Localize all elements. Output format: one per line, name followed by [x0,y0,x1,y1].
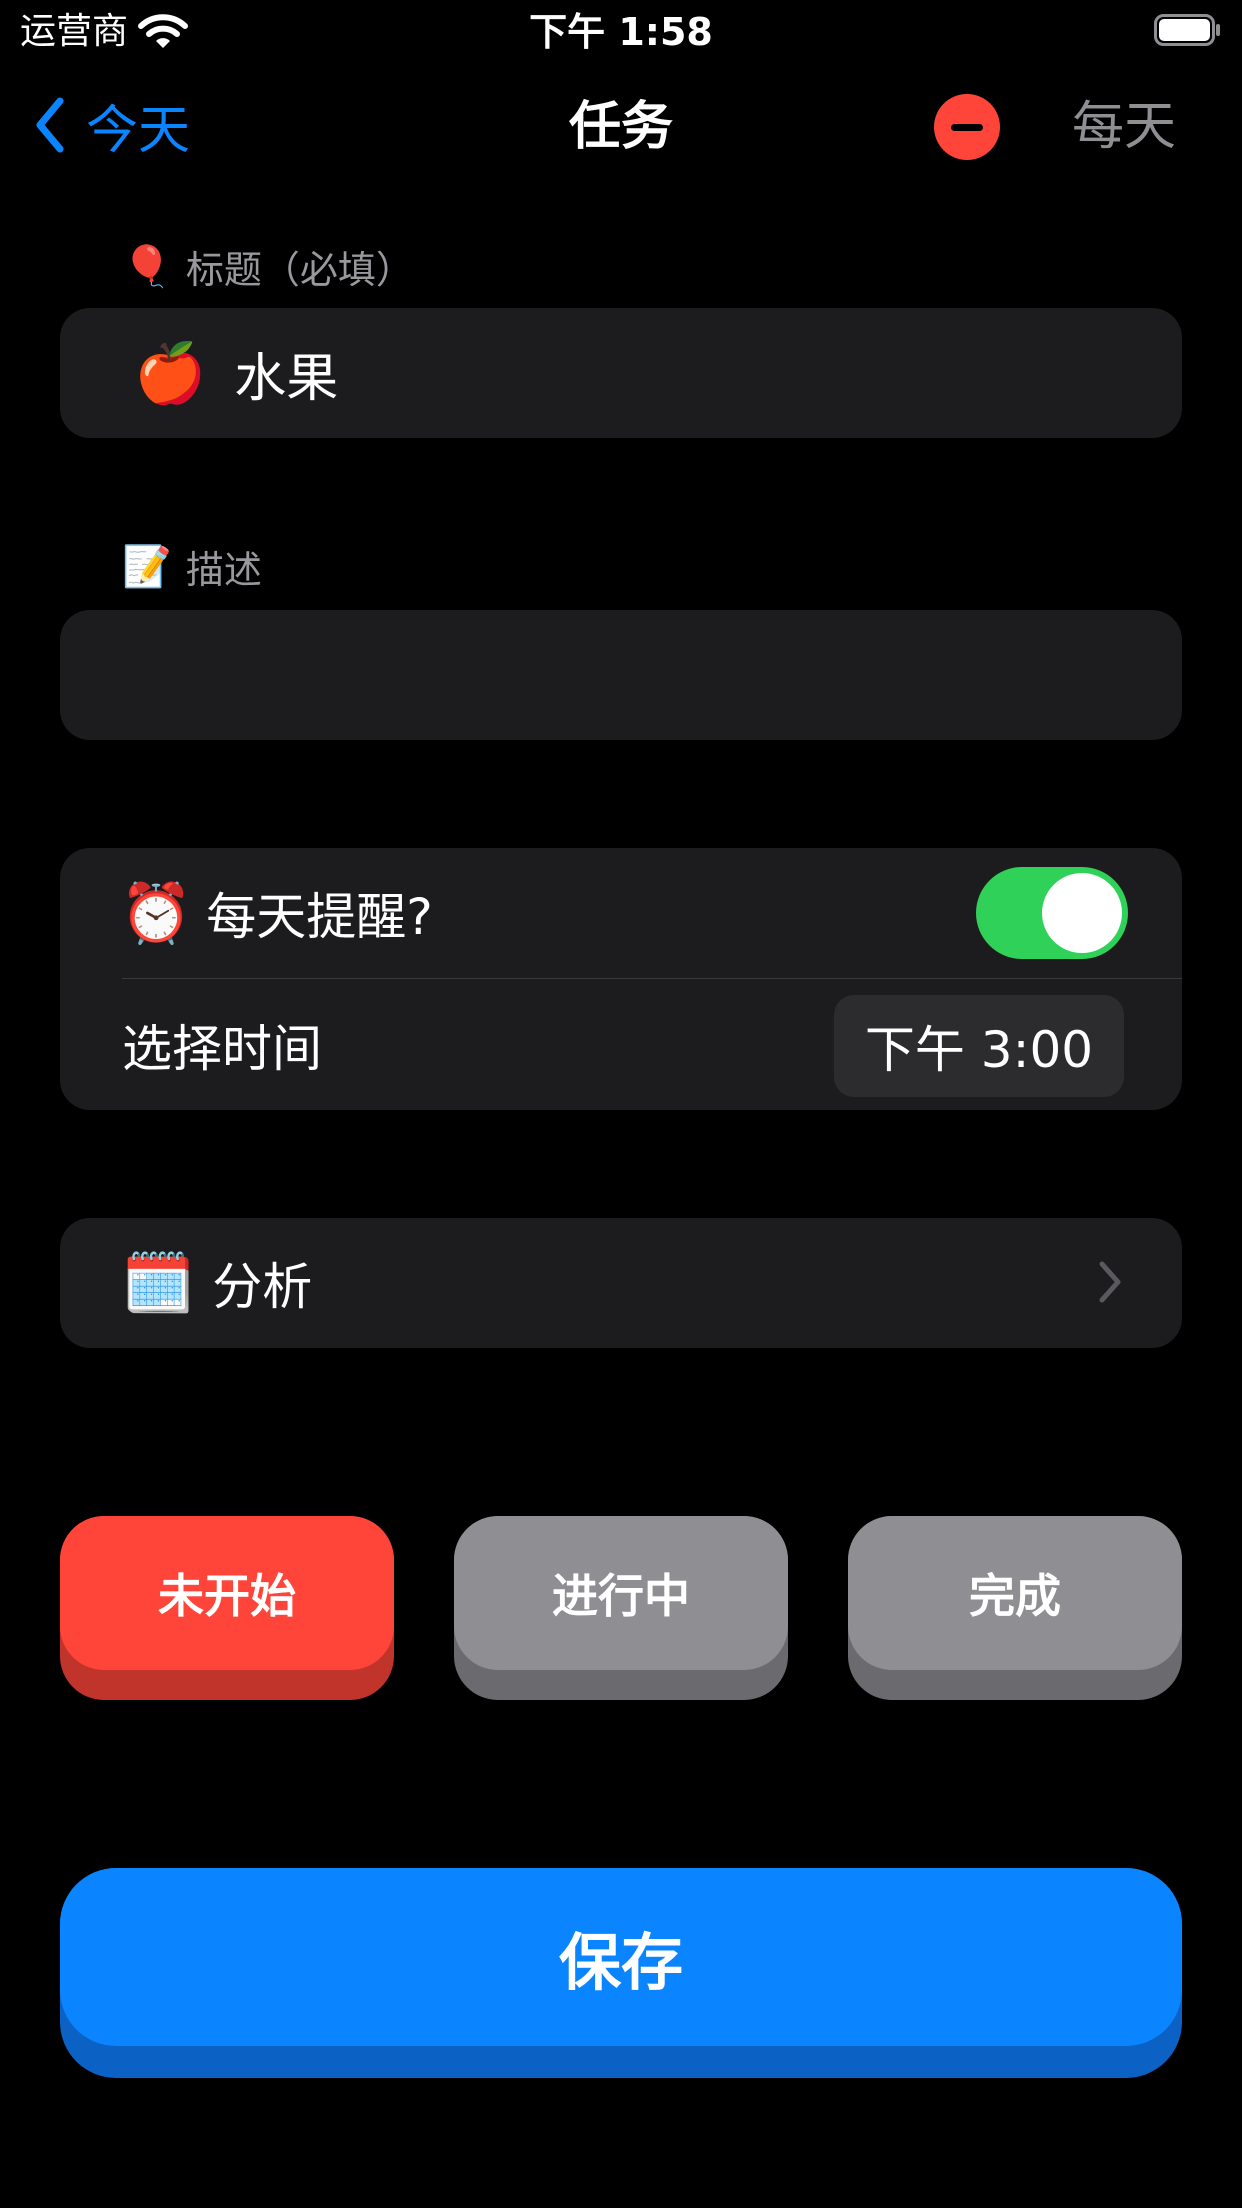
title-section-label: 🎈 标题（必填） [122,236,414,296]
reminder-card: ⏰ 每天提醒? 选择时间 下午 3:00 [60,848,1182,1110]
daily-reminder-toggle[interactable] [976,867,1128,959]
description-field[interactable] [60,610,1182,740]
done-label: 完成 [848,1516,1182,1670]
done-button[interactable]: 完成 [848,1516,1182,1700]
alarm-clock-icon: ⏰ [120,878,193,947]
daily-reminder-row: ⏰ 每天提醒? [60,848,1182,978]
calendar-icon: 🗓️ [122,1248,195,1317]
battery-icon [1154,14,1220,46]
analysis-row[interactable]: 🗓️ 分析 [60,1218,1182,1348]
toggle-knob [1042,873,1122,953]
apple-icon: 🍎 [134,338,207,407]
in-progress-button[interactable]: 进行中 [454,1516,788,1700]
not-started-label: 未开始 [60,1516,394,1670]
time-picker-label: 选择时间 [122,1019,322,1078]
description-section-label: 📝 描述 [122,536,262,596]
delete-button[interactable] [934,94,1000,160]
chevron-right-icon [1099,1261,1121,1303]
balloon-icon: 🎈 [122,243,172,290]
save-button[interactable]: 保存 [60,1868,1182,2078]
save-label: 保存 [60,1868,1182,2046]
title-value: 水果 [234,348,339,409]
daily-reminder-label: 每天提醒? [206,888,433,946]
title-label-text: 标题（必填） [185,247,414,292]
page-title: 任务 [568,97,673,157]
description-label-text: 描述 [185,547,262,592]
title-field[interactable]: 🍎 水果 [60,308,1182,438]
not-started-button[interactable]: 未开始 [60,1516,394,1700]
memo-icon: 📝 [122,543,172,590]
analysis-label: 分析 [212,1258,313,1316]
status-time: 下午 1:58 [529,10,713,54]
in-progress-label: 进行中 [454,1516,788,1670]
frequency-button[interactable]: 每天 [1072,92,1176,162]
minus-icon [951,123,983,131]
time-picker-button[interactable]: 下午 3:00 [834,995,1124,1097]
